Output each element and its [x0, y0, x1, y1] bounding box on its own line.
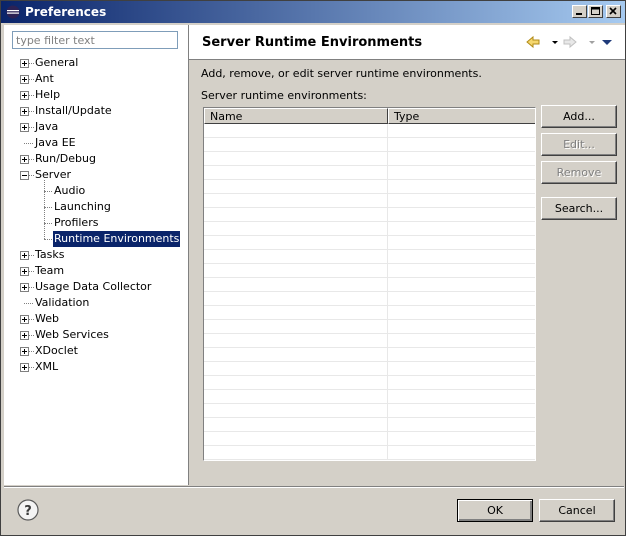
tree-item-help[interactable]: Help	[4, 87, 188, 103]
tree-item-label: Profilers	[54, 216, 99, 229]
expand-icon[interactable]	[20, 75, 29, 84]
forward-dropdown-icon[interactable]	[584, 35, 600, 49]
tree-item-usage-data-collector[interactable]: Usage Data Collector	[4, 279, 188, 295]
maximize-button[interactable]	[588, 5, 603, 18]
expand-icon[interactable]	[20, 107, 29, 116]
eclipse-icon	[6, 5, 20, 19]
tree-item-server[interactable]: Server	[4, 167, 188, 183]
help-icon[interactable]: ?	[17, 499, 39, 521]
page-title: Server Runtime Environments	[202, 35, 423, 50]
window-title: Preferences	[25, 5, 107, 19]
page-header: Server Runtime Environments	[189, 25, 625, 60]
tree-item-xdoclet[interactable]: XDoclet	[4, 343, 188, 359]
tree-item-label: Server	[35, 168, 72, 181]
close-icon	[609, 7, 617, 15]
tree-item-label: Web Services	[35, 328, 109, 341]
tree-item-java[interactable]: Java	[4, 119, 188, 135]
ok-button[interactable]: OK	[457, 499, 533, 522]
tree-item-ant[interactable]: Ant	[4, 71, 188, 87]
tree-item-run-debug[interactable]: Run/Debug	[4, 151, 188, 167]
tree-item-label: Audio	[54, 184, 86, 197]
tree-item-validation[interactable]: Validation	[4, 295, 188, 311]
tree-item-install-update[interactable]: Install/Update	[4, 103, 188, 119]
tree-item-xml[interactable]: XML	[4, 359, 188, 375]
close-button[interactable]	[606, 5, 621, 18]
tree-item-profilers[interactable]: Profilers	[4, 215, 188, 231]
tree-item-label: Java EE	[35, 136, 76, 149]
tree-connector	[44, 191, 52, 192]
table-header: Name Type	[204, 108, 535, 124]
tree-item-team[interactable]: Team	[4, 263, 188, 279]
collapse-icon[interactable]	[20, 171, 29, 180]
edit-button[interactable]: Edit...	[541, 133, 617, 156]
expand-icon[interactable]	[20, 347, 29, 356]
expand-icon[interactable]	[20, 363, 29, 372]
column-header-type[interactable]: Type	[388, 108, 535, 124]
expand-icon[interactable]	[20, 155, 29, 164]
expand-icon[interactable]	[20, 315, 29, 324]
expand-icon[interactable]	[20, 123, 29, 132]
tree-item-label: Launching	[54, 200, 111, 213]
tree-connector	[44, 239, 52, 240]
tree-item-label: Install/Update	[35, 104, 112, 117]
filter-input[interactable]	[12, 31, 178, 49]
expand-icon[interactable]	[20, 59, 29, 68]
tree-item-label: Team	[35, 264, 65, 277]
maximize-icon	[591, 7, 600, 15]
preference-page: Server Runtime Environments Add, remove,…	[189, 25, 625, 485]
tree-item-label: Ant	[35, 72, 54, 85]
cancel-button[interactable]: Cancel	[539, 499, 615, 522]
search-button[interactable]: Search...	[541, 197, 617, 220]
runtime-list-label: Server runtime environments:	[201, 89, 367, 102]
tree-item-label: XDoclet	[35, 344, 78, 357]
tree-item-label: Java	[35, 120, 59, 133]
tree-connector	[44, 207, 52, 208]
tree-item-label: XML	[35, 360, 59, 373]
minimize-icon	[576, 13, 582, 15]
tree-item-web-services[interactable]: Web Services	[4, 327, 188, 343]
tree-connector	[44, 223, 52, 224]
back-arrow-icon[interactable]	[525, 35, 541, 49]
tree-item-java-ee[interactable]: Java EE	[4, 135, 188, 151]
tree-item-label: Tasks	[35, 248, 65, 261]
tree-item-label: Validation	[35, 296, 90, 309]
expand-icon[interactable]	[20, 91, 29, 100]
column-header-name[interactable]: Name	[204, 108, 388, 124]
tree-item-launching[interactable]: Launching	[4, 199, 188, 215]
tree-connector	[24, 143, 33, 144]
forward-arrow-icon[interactable]	[562, 35, 578, 49]
tree-item-runtime-environments[interactable]: Runtime Environments	[4, 230, 188, 248]
tree-item-audio[interactable]: Audio	[4, 183, 188, 199]
tree-item-web[interactable]: Web	[4, 311, 188, 327]
tree-item-tasks[interactable]: Tasks	[4, 247, 188, 263]
svg-text:?: ?	[24, 504, 32, 519]
add-button[interactable]: Add...	[541, 105, 617, 128]
tree-branch-line	[44, 180, 45, 239]
page-description: Add, remove, or edit server runtime envi…	[201, 67, 482, 80]
footer-separator	[4, 486, 624, 488]
runtime-table[interactable]: Name Type	[203, 107, 536, 461]
expand-icon[interactable]	[20, 251, 29, 260]
expand-icon[interactable]	[20, 331, 29, 340]
preferences-window: Preferences General Ant Help Install/Update…	[0, 0, 626, 536]
minimize-button[interactable]	[572, 5, 587, 18]
column-separator	[387, 124, 388, 460]
tree-item-label: Usage Data Collector	[35, 280, 152, 293]
tree-item-label-selected: Runtime Environments	[51, 230, 182, 248]
table-body[interactable]	[204, 124, 535, 460]
title-bar[interactable]: Preferences	[1, 1, 625, 23]
back-dropdown-icon[interactable]	[547, 35, 563, 49]
tree-item-label: Help	[35, 88, 61, 101]
view-menu-icon[interactable]	[599, 35, 615, 49]
tree-item-label: Web	[35, 312, 59, 325]
tree-item-label: General	[35, 56, 79, 69]
preference-tree-pane: General Ant Help Install/Update Java Java EE R…	[4, 25, 189, 485]
tree-connector	[24, 303, 33, 304]
expand-icon[interactable]	[20, 267, 29, 276]
remove-button[interactable]: Remove	[541, 161, 617, 184]
tree-item-label: Run/Debug	[35, 152, 96, 165]
tree-item-general[interactable]: General	[4, 55, 188, 71]
expand-icon[interactable]	[20, 283, 29, 292]
